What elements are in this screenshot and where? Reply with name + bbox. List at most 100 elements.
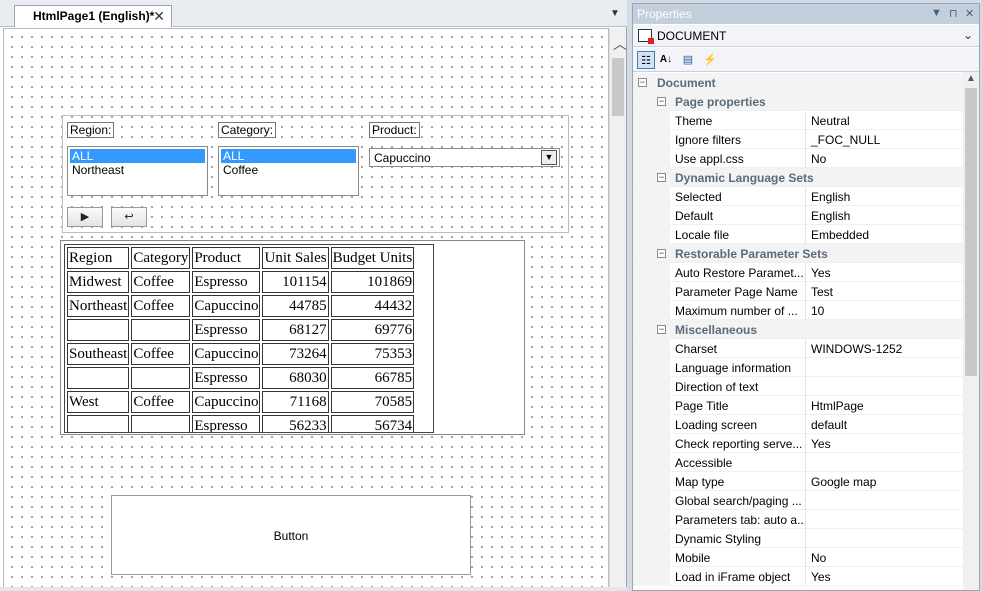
close-icon[interactable]: ✕ bbox=[965, 7, 974, 20]
property-row[interactable]: Selected English bbox=[633, 187, 963, 206]
run-button[interactable]: ▶ bbox=[67, 207, 103, 227]
property-value[interactable]: Test bbox=[807, 282, 963, 301]
property-row[interactable]: Loading screen default bbox=[633, 415, 963, 434]
category-listbox[interactable]: ALL Coffee bbox=[218, 146, 359, 196]
property-category[interactable]: − Dynamic Language Sets bbox=[633, 168, 963, 187]
property-value[interactable]: No bbox=[807, 149, 963, 168]
list-option[interactable]: Northeast bbox=[70, 163, 205, 177]
property-row[interactable]: Page Title HtmlPage bbox=[633, 396, 963, 415]
collapse-icon[interactable]: − bbox=[638, 78, 647, 87]
collapse-icon[interactable]: − bbox=[657, 325, 666, 334]
property-value[interactable]: Yes bbox=[807, 567, 963, 586]
row-gutter bbox=[633, 472, 670, 491]
object-selector[interactable]: DOCUMENT ⌄ bbox=[633, 25, 979, 47]
property-value[interactable]: Yes bbox=[807, 263, 963, 282]
row-gutter bbox=[633, 415, 670, 434]
categorized-icon[interactable]: ☷ bbox=[637, 51, 655, 69]
property-value[interactable]: Yes bbox=[807, 434, 963, 453]
property-value[interactable] bbox=[807, 453, 963, 472]
property-value[interactable] bbox=[807, 491, 963, 510]
property-value[interactable] bbox=[807, 377, 963, 396]
canvas-button[interactable]: Button bbox=[111, 495, 471, 575]
property-row[interactable]: Mobile No bbox=[633, 548, 963, 567]
property-pages-icon[interactable]: ▤ bbox=[679, 51, 697, 69]
list-option[interactable]: ALL bbox=[221, 149, 356, 163]
events-icon[interactable]: ⚡ bbox=[701, 51, 719, 69]
property-row[interactable]: Use appl.css No bbox=[633, 149, 963, 168]
property-row[interactable]: Global search/paging ... bbox=[633, 491, 963, 510]
property-row[interactable]: Parameter Page Name Test bbox=[633, 282, 963, 301]
tab-list-dropdown-icon[interactable]: ▼ bbox=[610, 8, 620, 19]
property-value[interactable]: English bbox=[807, 206, 963, 225]
sort-alphabetical-icon[interactable]: A↓ bbox=[657, 51, 675, 69]
property-row[interactable]: Load in iFrame object Yes bbox=[633, 567, 963, 586]
property-value[interactable]: HtmlPage bbox=[807, 396, 963, 415]
property-value[interactable]: No bbox=[807, 548, 963, 567]
property-value[interactable]: English bbox=[807, 187, 963, 206]
scrollbar-thumb[interactable] bbox=[612, 58, 624, 116]
property-value[interactable]: default bbox=[807, 415, 963, 434]
property-row[interactable]: Dynamic Styling bbox=[633, 529, 963, 548]
table-cell: Espresso bbox=[192, 271, 261, 293]
chevron-up-icon[interactable]: ▲ bbox=[966, 73, 976, 84]
table-cell bbox=[131, 319, 191, 341]
property-name: Default bbox=[671, 206, 806, 225]
category-label: Category: bbox=[218, 122, 277, 138]
scrollbar-thumb[interactable] bbox=[965, 88, 977, 376]
region-listbox[interactable]: ALL Northeast bbox=[67, 146, 208, 196]
property-value[interactable]: WINDOWS-1252 bbox=[807, 339, 963, 358]
property-row[interactable]: Locale file Embedded bbox=[633, 225, 963, 244]
document-tab-strip: HtmlPage1 (English)* ✕ ▼ bbox=[0, 0, 627, 27]
property-value[interactable]: _FOC_NULL bbox=[807, 130, 963, 149]
close-icon[interactable]: ✕ bbox=[153, 8, 165, 25]
reset-button[interactable]: ↩ bbox=[111, 207, 147, 227]
property-value[interactable] bbox=[807, 510, 963, 529]
chevron-up-icon[interactable]: ︿ bbox=[613, 34, 627, 54]
property-row[interactable]: Default English bbox=[633, 206, 963, 225]
collapse-icon[interactable]: − bbox=[657, 249, 666, 258]
property-value[interactable]: Embedded bbox=[807, 225, 963, 244]
property-row[interactable]: Ignore filters _FOC_NULL bbox=[633, 130, 963, 149]
property-name: Map type bbox=[671, 472, 806, 491]
property-value[interactable]: 10 bbox=[807, 301, 963, 320]
collapse-icon[interactable]: − bbox=[657, 97, 666, 106]
column-header: Unit Sales bbox=[262, 247, 329, 269]
pin-icon[interactable]: ⊓ bbox=[949, 7, 958, 20]
document-tab[interactable]: HtmlPage1 (English)* ✕ bbox=[14, 5, 172, 27]
property-category[interactable]: − Document bbox=[633, 73, 963, 92]
chevron-down-icon[interactable]: ▼ bbox=[541, 150, 557, 165]
property-row[interactable]: Check reporting serve... Yes bbox=[633, 434, 963, 453]
property-category[interactable]: − Page properties bbox=[633, 92, 963, 111]
property-row[interactable]: Direction of text bbox=[633, 377, 963, 396]
property-value[interactable] bbox=[807, 358, 963, 377]
canvas-vertical-scrollbar[interactable]: ︿ bbox=[609, 28, 627, 588]
column-header: Budget Units bbox=[330, 247, 415, 269]
property-name: Dynamic Styling bbox=[671, 529, 806, 548]
product-selected-value: Capuccino bbox=[374, 151, 431, 165]
report-frame[interactable]: Region Category Product Unit Sales Budge… bbox=[60, 240, 525, 435]
property-name: Load in iFrame object bbox=[671, 567, 806, 586]
property-value[interactable]: Neutral bbox=[807, 111, 963, 130]
property-row[interactable]: Maximum number of ... 10 bbox=[633, 301, 963, 320]
property-category[interactable]: − Miscellaneous bbox=[633, 320, 963, 339]
property-row[interactable]: Theme Neutral bbox=[633, 111, 963, 130]
table-cell: Capuccino bbox=[192, 343, 261, 365]
property-value[interactable] bbox=[807, 529, 963, 548]
product-dropdown[interactable]: Capuccino ▼ bbox=[369, 148, 560, 167]
property-row[interactable]: Language information bbox=[633, 358, 963, 377]
property-row[interactable]: Auto Restore Paramet... Yes bbox=[633, 263, 963, 282]
property-value[interactable]: Google map bbox=[807, 472, 963, 491]
property-category[interactable]: − Restorable Parameter Sets bbox=[633, 244, 963, 263]
list-option[interactable]: ALL bbox=[70, 149, 205, 163]
properties-scrollbar[interactable]: ▲ bbox=[963, 72, 979, 590]
property-row[interactable]: Map type Google map bbox=[633, 472, 963, 491]
chevron-down-icon[interactable]: ⌄ bbox=[963, 28, 973, 42]
property-row[interactable]: Parameters tab: auto a... bbox=[633, 510, 963, 529]
canvas-horizontal-scrollbar[interactable] bbox=[0, 587, 627, 591]
property-row[interactable]: Accessible bbox=[633, 453, 963, 472]
collapse-icon[interactable]: − bbox=[657, 173, 666, 182]
row-gutter bbox=[633, 510, 670, 529]
list-option[interactable]: Coffee bbox=[221, 163, 356, 177]
property-row[interactable]: Charset WINDOWS-1252 bbox=[633, 339, 963, 358]
dropdown-icon[interactable]: ▼ bbox=[931, 7, 942, 19]
